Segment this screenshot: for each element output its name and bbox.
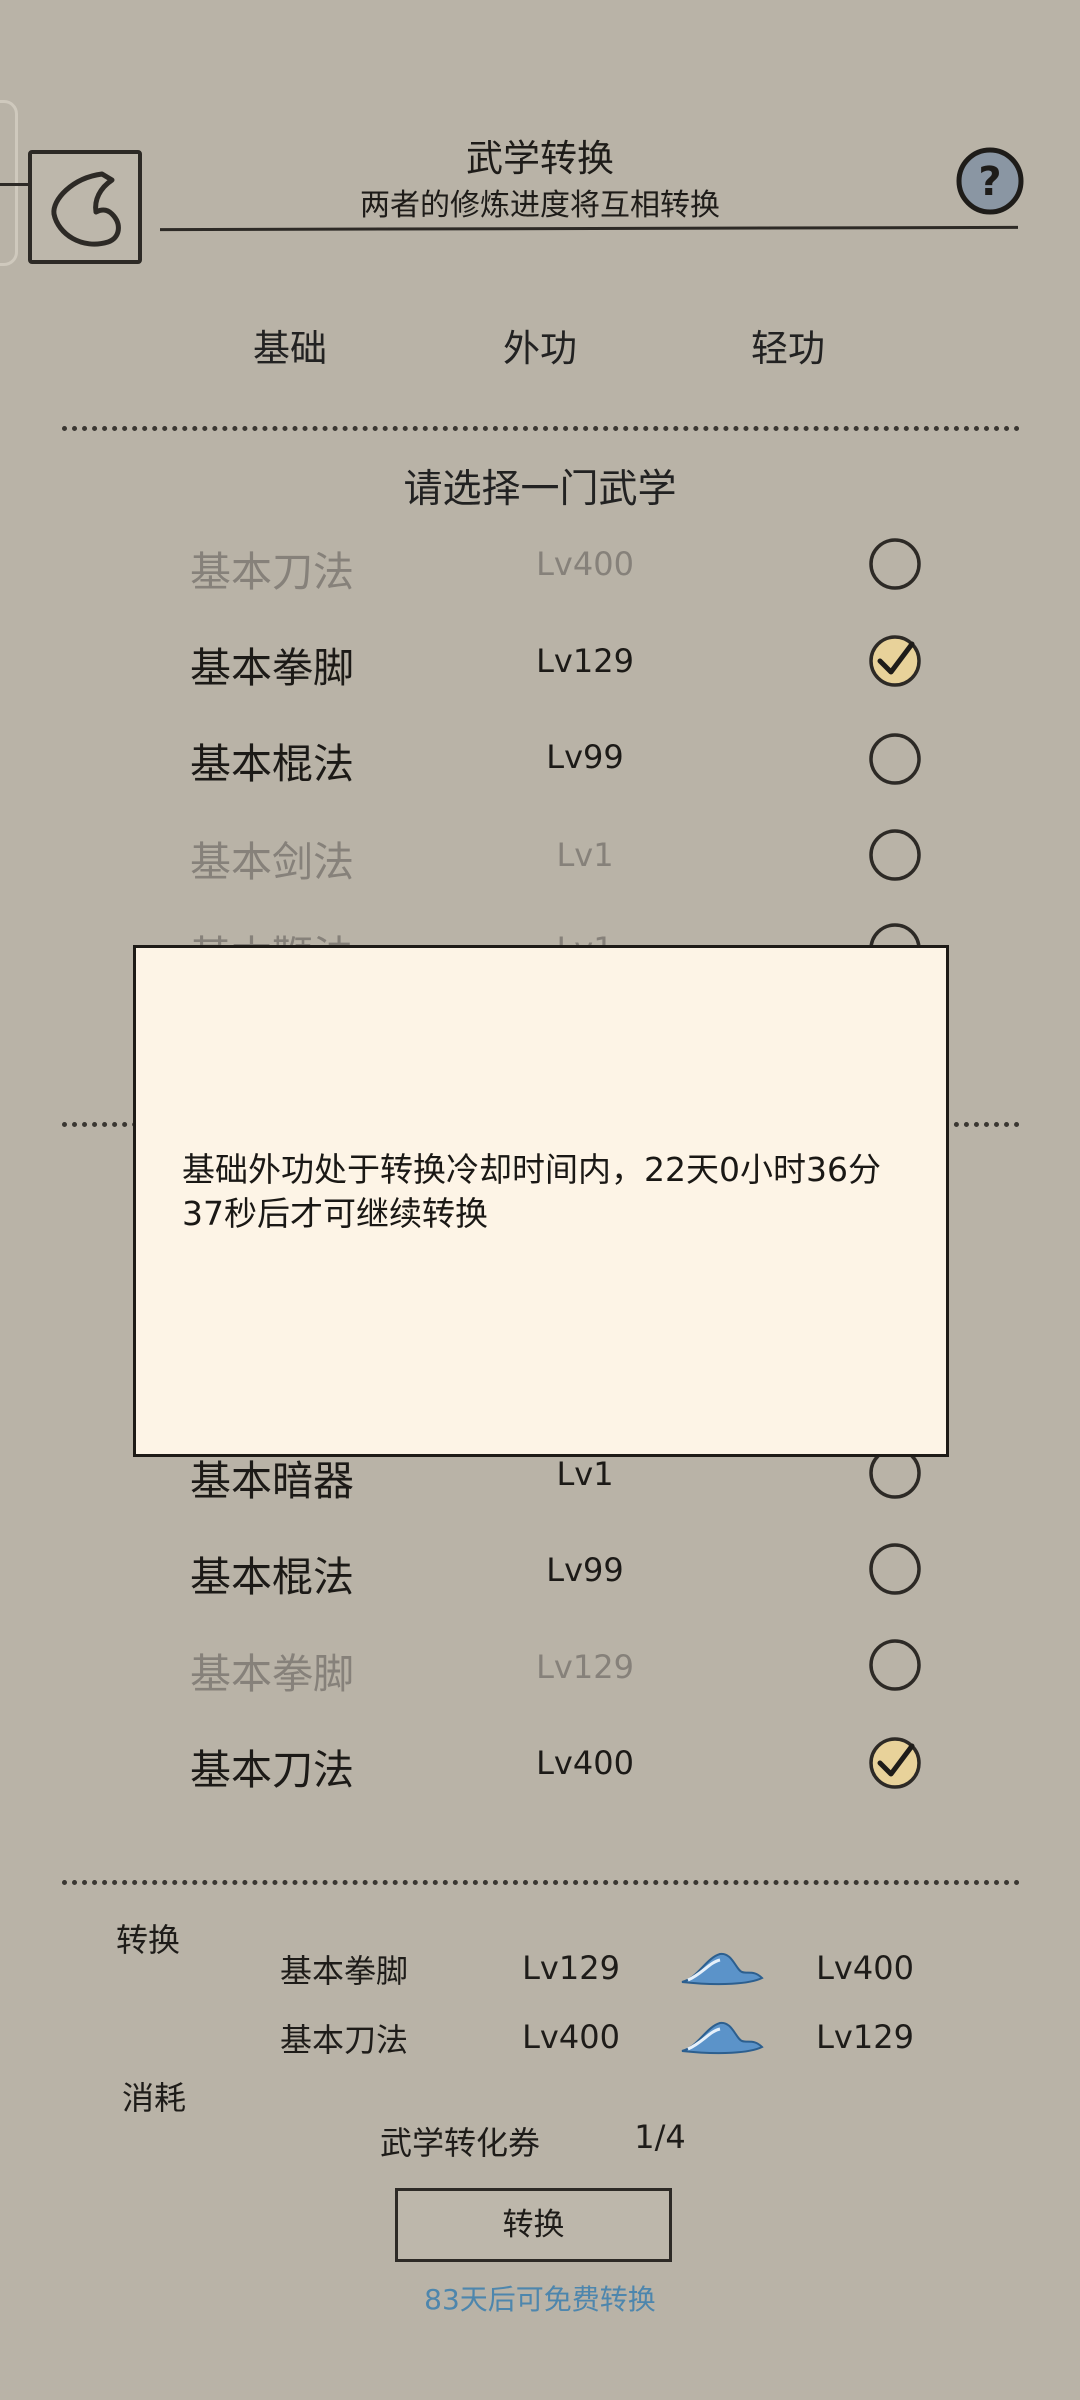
- tab-lightness[interactable]: 轻功: [688, 318, 888, 372]
- radio-checked-icon[interactable]: [868, 1736, 922, 1790]
- tab-basic[interactable]: 基础: [190, 318, 390, 372]
- page-title: 武学转换: [466, 137, 614, 180]
- list-item-level: Lv400: [536, 545, 634, 583]
- conversion-to-level: Lv400: [816, 1949, 914, 1987]
- list-item-name[interactable]: 基本剑法: [190, 828, 354, 888]
- dotted-divider-bottom: [62, 1880, 1020, 1885]
- conversion-skill-name: 基本刀法: [280, 2021, 409, 2059]
- cooldown-dialog[interactable]: 基础外功处于转换冷却时间内，22天0小时36分37秒后才可继续转换: [133, 945, 949, 1457]
- radio-checked-icon[interactable]: [868, 634, 922, 688]
- list-item-level: Lv99: [546, 738, 624, 776]
- list-item-level: Lv1: [556, 1455, 614, 1493]
- list-item-name[interactable]: 基本拳脚: [190, 634, 354, 694]
- wave-arrow-icon: [681, 2021, 764, 2055]
- select-prompt: 请选择一门武学: [403, 467, 677, 512]
- wave-arrow-icon: [681, 1952, 764, 1986]
- radio-unchecked-icon[interactable]: [868, 732, 922, 786]
- list-item-level: Lv129: [536, 1648, 634, 1686]
- help-icon[interactable]: ?: [955, 146, 1025, 216]
- header-divider: [159, 225, 1019, 232]
- list-item-name[interactable]: 基本棍法: [190, 730, 354, 790]
- list-item-level: Lv129: [536, 642, 634, 680]
- cost-item-name: 武学转化券: [380, 2124, 541, 2162]
- radio-unchecked-icon[interactable]: [868, 828, 922, 882]
- list-item-name[interactable]: 基本棍法: [190, 1543, 354, 1603]
- svg-text:?: ?: [978, 159, 1001, 205]
- conversion-to-level: Lv129: [816, 2018, 914, 2056]
- radio-unchecked-icon[interactable]: [868, 537, 922, 591]
- list-item-level: Lv1: [556, 836, 614, 874]
- page-subtitle: 两者的修炼进度将互相转换: [360, 188, 720, 223]
- free-conversion-note: 83天后可免费转换: [424, 2283, 656, 2316]
- list-item-level: Lv99: [546, 1551, 624, 1589]
- dotted-divider-top: [62, 426, 1020, 431]
- conversion-label: 转换: [116, 1921, 181, 1959]
- tab-external[interactable]: 外功: [440, 318, 640, 372]
- conversion-skill-name: 基本拳脚: [280, 1952, 409, 1990]
- list-item-name[interactable]: 基本刀法: [190, 538, 354, 598]
- dialog-message: 基础外功处于转换冷却时间内，22天0小时36分37秒后才可继续转换: [182, 1150, 881, 1233]
- conversion-from-level: Lv129: [522, 1949, 620, 1987]
- list-item-level: Lv400: [536, 1744, 634, 1782]
- radio-unchecked-icon[interactable]: [868, 1638, 922, 1692]
- list-item-name[interactable]: 基本拳脚: [190, 1640, 354, 1700]
- convert-button[interactable]: 转换: [395, 2188, 672, 2262]
- conversion-from-level: Lv400: [522, 2018, 620, 2056]
- radio-unchecked-icon[interactable]: [868, 1542, 922, 1596]
- list-item-name[interactable]: 基本刀法: [190, 1736, 354, 1796]
- cost-label: 消耗: [122, 2079, 187, 2117]
- cost-item-count: 1/4: [634, 2118, 686, 2156]
